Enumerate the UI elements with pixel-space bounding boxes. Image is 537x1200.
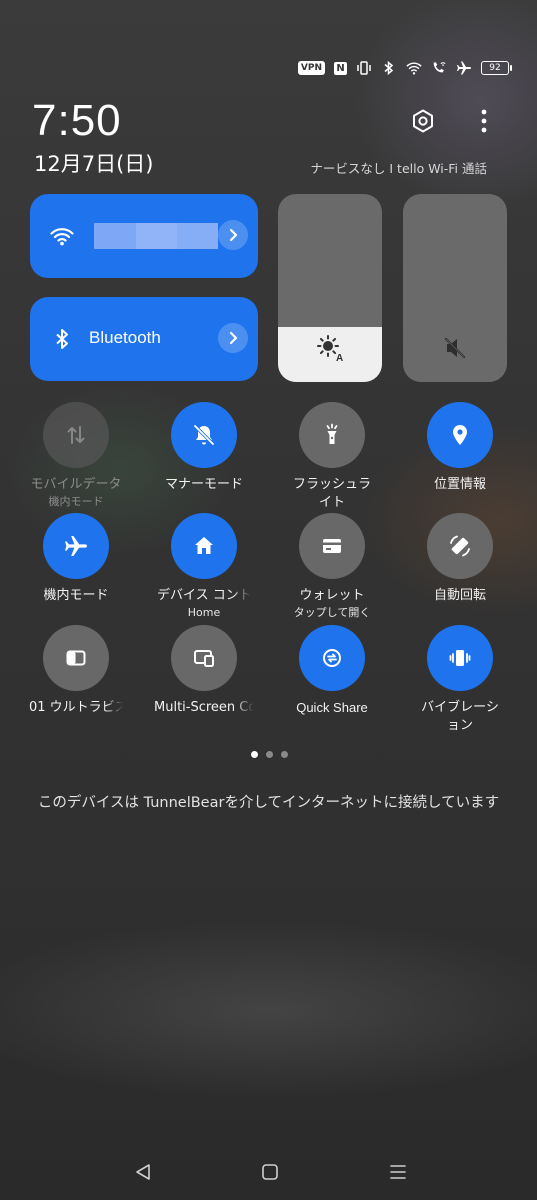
settings-button[interactable] [406,106,440,140]
brightness-slider[interactable]: A [278,194,382,382]
toggle-airplane-mode-label: 機内モード [43,588,109,603]
page-indicator [251,751,288,758]
chevron-right-icon [229,331,238,345]
toggle-vibration-label-line2: ョン [446,718,473,733]
location-pin-icon [453,425,467,445]
toggle-device-control-sublabel: Home [187,606,221,619]
airplane-icon [65,536,87,556]
toggle-mobile-data-button[interactable] [43,402,109,468]
quick-share-icon [323,649,341,667]
clock[interactable]: 7:50 [32,96,122,146]
toggle-ultra-battery-button[interactable] [43,625,109,691]
toggle-airplane-mode-button[interactable] [43,513,109,579]
battery-icon: 92 [481,61,512,75]
recents-button[interactable] [382,1156,414,1188]
toggle-vibration-button[interactable] [427,625,493,691]
toggle-mobile-data[interactable]: モバイルデータ 機内モード [13,402,139,509]
ultra-battery-icon [66,650,86,666]
airplane-icon [456,60,472,76]
flashlight-icon [326,423,338,444]
toggle-multi-screen[interactable]: Multi-Screen Co [141,625,267,717]
status-bar: VPN N 92 [297,58,512,78]
toggle-mobile-data-label: モバイルデータ [30,477,122,492]
bluetooth-expand-button[interactable] [218,323,248,353]
recents-icon [390,1165,406,1179]
toggle-silent-mode-button[interactable] [171,402,237,468]
bell-off-icon [193,424,215,446]
bluetooth-icon [381,60,397,76]
page-dot-1 [251,751,258,758]
back-icon [136,1164,150,1180]
bluetooth-tile[interactable]: Bluetooth [30,297,258,381]
vpn-status-message[interactable]: このデバイスは TunnelBearを介してインターネットに接続しています [0,791,537,812]
wifi-network-name-redacted [94,223,218,249]
home-button[interactable] [254,1156,286,1188]
wifi-icon [50,224,74,248]
toggle-device-control-button[interactable] [171,513,237,579]
toggle-vibration[interactable]: バイブレーシ ョン [397,625,523,735]
date[interactable]: 12月7日(日) [34,148,153,178]
toggle-flashlight-label: フラッシュラ [292,477,371,492]
wifi-icon [406,60,422,76]
toggle-silent-mode-label: マナーモード [164,477,243,492]
toggle-quick-share-label: Quick Share [296,700,368,715]
vibration-icon [449,650,471,666]
home-icon [195,537,213,554]
svg-text:A: A [336,353,343,362]
toggle-device-control-label: デバイス コント [157,588,251,603]
toggle-ultra-battery[interactable]: 01 ウルトラビズ [13,625,139,717]
wifi-expand-button[interactable] [218,220,248,250]
toggle-multi-screen-button[interactable] [171,625,237,691]
toggle-silent-mode[interactable]: マナーモード [141,402,267,494]
toggle-mobile-data-sublabel: 機内モード [48,495,104,508]
toggle-flashlight-label-line2: イト [318,495,345,510]
volume-mute-icon [403,334,507,362]
toggle-wallet-sublabel: タップして開く [293,606,371,619]
wallet-card-icon [323,539,341,553]
vpn-badge: VPN [297,61,325,75]
toggle-flashlight[interactable]: フラッシュラ イト [269,402,395,512]
toggle-auto-rotate-label: 自動回転 [433,588,486,603]
navigation-bar [0,1156,537,1188]
auto-rotate-icon [450,535,470,557]
more-vert-icon [481,109,487,137]
home-icon [262,1164,278,1180]
data-arrows-icon [67,426,85,444]
toggle-multi-screen-label: Multi-Screen Co [154,700,254,715]
more-options-button[interactable] [467,106,501,140]
chevron-right-icon [229,228,238,242]
bluetooth-icon [50,327,74,351]
toggle-location-button[interactable] [427,402,493,468]
toggle-wallet-button[interactable] [299,513,365,579]
toggle-vibration-label: バイブレーシ [421,700,499,715]
toggle-wallet[interactable]: ウォレット タップして開く [269,513,395,620]
nfc-badge: N [334,61,347,75]
toggle-location[interactable]: 位置情報 [397,402,523,494]
page-dot-2 [266,751,273,758]
toggle-ultra-battery-label: 01 ウルトラビズ [29,700,123,715]
wifi-calling-icon [431,60,447,76]
toggle-flashlight-button[interactable] [299,402,365,468]
toggle-auto-rotate-button[interactable] [427,513,493,579]
brightness-auto-icon: A [278,334,382,362]
toggle-location-label: 位置情報 [433,477,486,492]
settings-icon [410,108,436,138]
wifi-tile[interactable] [30,194,258,278]
toggle-quick-share[interactable]: Quick Share [269,625,395,717]
toggle-quick-share-button[interactable] [299,625,365,691]
back-button[interactable] [127,1156,159,1188]
toggle-device-control[interactable]: デバイス コント Home [141,513,267,620]
vibrate-icon [356,60,372,76]
volume-slider[interactable] [403,194,507,382]
carrier-status: ナービスなし I tello Wi-Fi 通話 [310,161,487,176]
bluetooth-label: Bluetooth [89,328,161,347]
toggle-wallet-label: ウォレット [299,588,365,603]
page-dot-3 [281,751,288,758]
toggle-auto-rotate[interactable]: 自動回転 [397,513,523,605]
multi-screen-icon [194,650,214,667]
toggle-airplane-mode[interactable]: 機内モード [13,513,139,605]
